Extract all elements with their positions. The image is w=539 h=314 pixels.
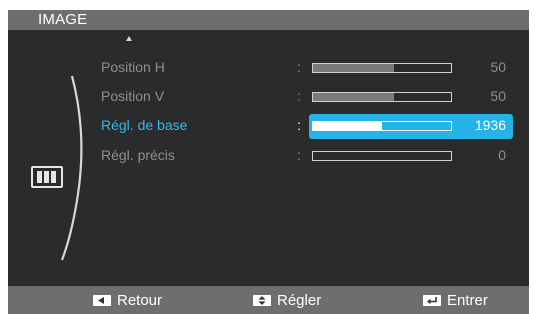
footer-hint-bar: Retour Régler Entrer (8, 286, 529, 314)
setting-label: Régl. précis (101, 147, 175, 163)
slider-fill (313, 64, 395, 72)
setting-slider[interactable] (312, 121, 452, 131)
enter-key-icon (423, 295, 441, 306)
menu-title: IMAGE (38, 11, 88, 28)
separator: : (297, 117, 301, 133)
slider-fill (313, 122, 382, 130)
separator: : (297, 147, 301, 163)
back-label: Retour (117, 292, 163, 309)
slider-fill (313, 93, 395, 101)
left-arrow-key-icon (93, 295, 111, 306)
setting-label: Position H (101, 59, 165, 75)
osd-menu-panel: IMAGE Position H : 50 Position V : 50 Ré… (8, 10, 529, 314)
up-down-key-icon (253, 295, 271, 306)
setting-slider[interactable] (312, 151, 452, 161)
setting-label: Régl. de base (101, 117, 188, 133)
adjust-label: Régler (277, 292, 322, 309)
setting-row-position-h[interactable]: Position H : 50 (8, 55, 529, 81)
setting-value: 50 (490, 59, 506, 75)
setting-value: 0 (498, 147, 506, 163)
separator: : (297, 88, 301, 104)
setting-label: Position V (101, 88, 165, 104)
setting-slider[interactable] (312, 92, 452, 102)
separator: : (297, 59, 301, 75)
setting-value: 1936 (474, 117, 506, 133)
setting-slider[interactable] (312, 63, 452, 73)
scroll-up-arrow-icon[interactable] (126, 36, 132, 41)
setting-row-regl-de-base[interactable]: Régl. de base : 1936 (8, 113, 529, 139)
menu-title-bar: IMAGE (8, 10, 529, 30)
setting-value: 50 (490, 88, 506, 104)
picture-size-icon[interactable] (31, 166, 63, 188)
setting-row-regl-precis[interactable]: Régl. précis : 0 (8, 143, 529, 169)
setting-row-position-v[interactable]: Position V : 50 (8, 84, 529, 110)
enter-label: Entrer (447, 292, 488, 309)
